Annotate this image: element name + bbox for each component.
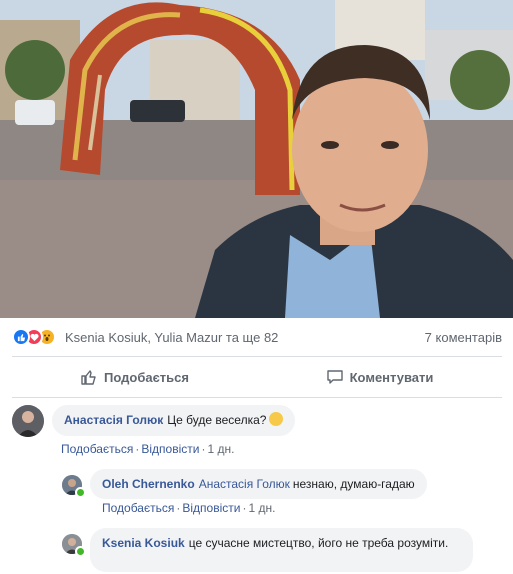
comment-reply-link[interactable]: Відповісти — [182, 501, 240, 515]
like-button[interactable]: Подобається — [12, 357, 257, 397]
comments-count[interactable]: 7 коментарів — [425, 330, 502, 345]
comment-author[interactable]: Ksenia Kosiuk — [102, 536, 185, 550]
reaction-icons[interactable] — [12, 328, 56, 346]
avatar[interactable] — [12, 405, 44, 437]
reactions-summary[interactable]: Ksenia Kosiuk, Yulia Mazur та ще 82 7 ко… — [12, 318, 502, 357]
reply-bubble: Ksenia Kosiuk це сучасне мистецтво, його … — [90, 528, 473, 572]
comment-item: Анастасія Голюк Це буде веселка? — [12, 405, 296, 437]
comment-bubble: Анастасія Голюк Це буде веселка? — [52, 405, 296, 436]
reaction-names[interactable]: Ksenia Kosiuk, Yulia Mazur та ще 82 — [65, 330, 278, 345]
selfie-image — [0, 0, 513, 318]
like-icon — [12, 328, 30, 346]
comment-like-link[interactable]: Подобається — [61, 442, 133, 456]
reply-item: Ksenia Kosiuk це сучасне мистецтво, його … — [62, 528, 473, 572]
comment-time[interactable]: 1 дн. — [248, 501, 275, 515]
post-photo[interactable] — [0, 0, 513, 318]
comment-button-label: Коментувати — [349, 369, 434, 385]
comment-author[interactable]: Oleh Chernenko — [102, 477, 195, 491]
online-status-dot — [75, 487, 86, 498]
comment-text: незнаю, думаю-гадаю — [292, 477, 415, 491]
reply-item: Oleh Chernenko Анастасія Голюк незнаю, дум… — [62, 469, 427, 499]
comment-text: Це буде веселка? — [167, 413, 267, 427]
reply-bubble: Oleh Chernenko Анастасія Голюк незнаю, дум… — [90, 469, 427, 499]
comment-button[interactable]: Коментувати — [257, 357, 502, 397]
comment-author[interactable]: Анастасія Голюк — [64, 413, 163, 427]
comment-text: це сучасне мистецтво, його не треба розу… — [188, 536, 449, 550]
post-actions: Подобається Коментувати — [12, 357, 502, 398]
comment-time[interactable]: 1 дн. — [207, 442, 234, 456]
comment-mention[interactable]: Анастасія Голюк — [199, 477, 290, 491]
comment-like-link[interactable]: Подобається — [102, 501, 174, 515]
online-status-dot — [75, 546, 86, 557]
comment-meta: Подобається · Відповісти · 1 дн. — [61, 442, 235, 456]
thumbs-up-icon — [81, 370, 96, 385]
thinking-emoji-icon — [269, 412, 284, 426]
comment-reply-link[interactable]: Відповісти — [141, 442, 199, 456]
like-button-label: Подобається — [104, 369, 189, 385]
comment-icon — [326, 370, 343, 384]
reply-meta: Подобається · Відповісти · 1 дн. — [102, 501, 276, 515]
